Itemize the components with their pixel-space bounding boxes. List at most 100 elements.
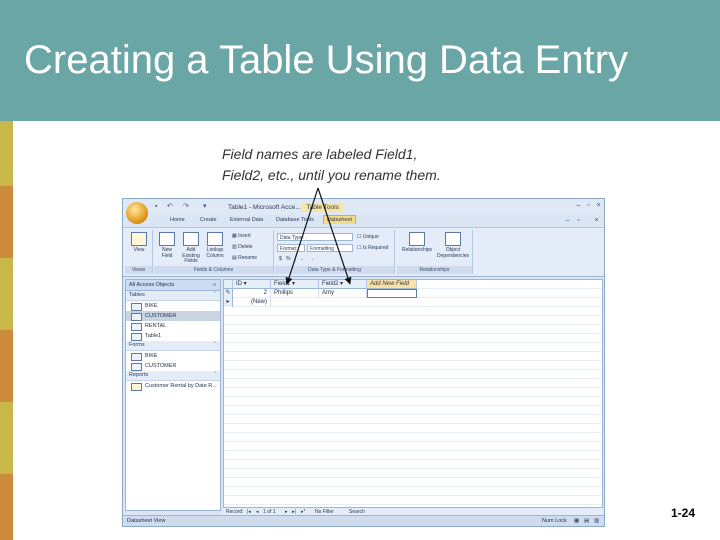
minimize-icon[interactable]: –	[574, 202, 583, 210]
slide-title: Creating a Table Using Data Entry	[24, 38, 629, 82]
nav-item-customer-table[interactable]: CUSTOMER	[126, 311, 220, 321]
column-header-id[interactable]: ID ▾	[233, 280, 271, 289]
object-dependencies-button[interactable]: Object Dependencies	[437, 232, 469, 259]
chevron-down-icon: ▾	[243, 281, 247, 287]
nav-item-label: Table1	[145, 333, 162, 339]
data-type-formatting-group-label: Data Type & Formatting	[275, 266, 394, 274]
new-row-selector[interactable]: ▸	[224, 298, 233, 307]
nav-item-rental-table[interactable]: RENTAL	[126, 321, 220, 331]
relationships-button[interactable]: Relationships	[401, 232, 433, 254]
tab-datasheet[interactable]: Datasheet	[323, 215, 357, 224]
delete-label: Delete	[238, 244, 253, 250]
nav-item-label: BIKE	[145, 303, 158, 309]
column-header-label: Field1	[274, 281, 291, 287]
redo-icon[interactable]: ↷	[183, 203, 190, 210]
tab-external-data[interactable]: External Data	[227, 216, 266, 224]
currency-format-buttons[interactable]: $ % , ← →	[279, 256, 314, 262]
new-record-icon: ▸	[226, 299, 230, 305]
formatting-dropdown[interactable]: Formatting	[307, 244, 353, 252]
tab-database-tools[interactable]: Database Tools	[273, 216, 317, 224]
add-existing-fields-label: Add Existing Fields	[182, 247, 200, 264]
format-label: Format:	[280, 246, 298, 252]
lookup-column-button[interactable]: Lookup Column	[204, 232, 226, 259]
cell-field1[interactable]: Phillips	[271, 289, 319, 298]
edit-pencil-icon: ✎	[225, 290, 231, 296]
view-button[interactable]: View	[128, 232, 150, 254]
nav-item-table1[interactable]: Table1	[126, 331, 220, 341]
cell-field2[interactable]: Amy	[319, 289, 367, 298]
add-new-field-label: Add New Field	[370, 281, 410, 287]
ribbon-close-icon[interactable]: ×	[592, 217, 601, 225]
cell-id[interactable]: 2	[233, 289, 271, 298]
rename-button[interactable]: ▤ Rename	[232, 255, 257, 261]
office-button-icon[interactable]	[126, 202, 148, 224]
data-type-label: Data Type:	[280, 235, 305, 241]
lookup-column-icon	[207, 232, 223, 246]
insert-button[interactable]: ▦ Insert	[232, 233, 251, 239]
new-field-button[interactable]: New Field	[156, 232, 178, 259]
nav-section-label: Reports	[129, 372, 149, 378]
side-strip-orange-3	[0, 474, 13, 540]
pivot-table-view-icon[interactable]: ▤	[584, 516, 589, 526]
restore-icon[interactable]: ▫	[584, 202, 593, 210]
views-group-label: Views	[125, 266, 152, 274]
quick-access-toolbar: ▪ ↶ ↷ ▾ Table1 - Microsoft Acce... Table…	[123, 199, 604, 224]
unique-checkbox[interactable]: ☐ Unique	[357, 234, 379, 240]
side-strip-orange-1	[0, 186, 13, 258]
view-button-label: View	[133, 247, 145, 253]
nav-item-bike-table[interactable]: BIKE	[126, 301, 220, 311]
new-row-id[interactable]: (New)	[233, 298, 271, 307]
undo-icon[interactable]: ↶	[167, 203, 174, 210]
table-icon	[131, 323, 142, 331]
nav-item-label: CUSTOMER	[145, 363, 177, 369]
nav-item-label: BIKE	[145, 353, 158, 359]
column-header-label: Field2	[322, 281, 339, 287]
design-view-icon[interactable]: ▥	[594, 516, 599, 526]
delete-button[interactable]: ▥ Delete	[232, 244, 253, 250]
nav-section-reports[interactable]: Reports ˆ	[126, 371, 220, 381]
report-icon	[131, 383, 142, 391]
form-icon	[131, 363, 142, 371]
select-all-corner[interactable]	[224, 280, 233, 289]
column-header-field1[interactable]: Field1 ▾	[271, 280, 319, 289]
add-existing-fields-button[interactable]: Add Existing Fields	[180, 232, 202, 265]
save-icon[interactable]: ▪	[155, 203, 162, 210]
status-left: Datasheet View	[127, 518, 166, 524]
nav-section-forms[interactable]: Forms ˆ	[126, 341, 220, 351]
format-dropdown[interactable]: Format:	[277, 244, 305, 252]
tab-home[interactable]: Home	[167, 216, 188, 224]
datasheet-view-icon[interactable]: ▦	[574, 516, 579, 526]
column-header-field2[interactable]: Field2 ▾	[319, 280, 367, 289]
status-bar: Datasheet View Num Lock ▦ ▤ ▥	[123, 515, 604, 526]
cell-add-new-field[interactable]	[367, 289, 417, 298]
slide-number: 1-24	[671, 506, 696, 520]
nav-item-report[interactable]: Customer Rental by Date R...	[126, 381, 220, 391]
customize-icon[interactable]: ▾	[203, 203, 210, 210]
column-header-add-new-field[interactable]: Add New Field	[367, 280, 417, 289]
table-icon	[131, 333, 142, 341]
ribbon-minimize-icon[interactable]: –	[563, 217, 572, 225]
shutter-bar-close-icon[interactable]: «	[213, 280, 216, 290]
chevron-up-icon: ˆ	[214, 372, 216, 378]
chevron-up-icon: ˆ	[214, 292, 216, 298]
data-type-dropdown[interactable]: Data Type:	[277, 233, 353, 241]
close-icon[interactable]: ×	[594, 202, 603, 210]
nav-item-bike-form[interactable]: BIKE	[126, 351, 220, 361]
fields-columns-group-label: Fields & Columns	[154, 266, 273, 274]
chevron-up-icon: ˆ	[214, 342, 216, 348]
access-window: ▪ ↶ ↷ ▾ Table1 - Microsoft Acce... Table…	[122, 198, 605, 527]
row-selector[interactable]: ✎	[224, 289, 233, 298]
nav-section-tables[interactable]: Tables ˆ	[126, 291, 220, 301]
object-dependencies-label: Object Dependencies	[437, 247, 469, 259]
status-right: Num Lock	[542, 518, 567, 524]
data-type-formatting-group: Data Type: Format: Formatting $ % , ← → …	[275, 230, 395, 274]
is-required-checkbox[interactable]: ☐ Is Required	[357, 245, 388, 251]
new-field-label: New Field	[161, 247, 173, 259]
ribbon-restore-icon[interactable]: ▫	[574, 217, 583, 225]
relationships-group-label: Relationships	[397, 266, 472, 274]
window-title: Table1 - Microsoft Acce... Table Tools	[228, 203, 343, 212]
nav-item-customer-form[interactable]: CUSTOMER	[126, 361, 220, 371]
tab-create[interactable]: Create	[197, 216, 220, 224]
nav-pane-header[interactable]: All Access Objects «	[126, 280, 220, 291]
nav-section-label: Tables	[129, 292, 145, 298]
